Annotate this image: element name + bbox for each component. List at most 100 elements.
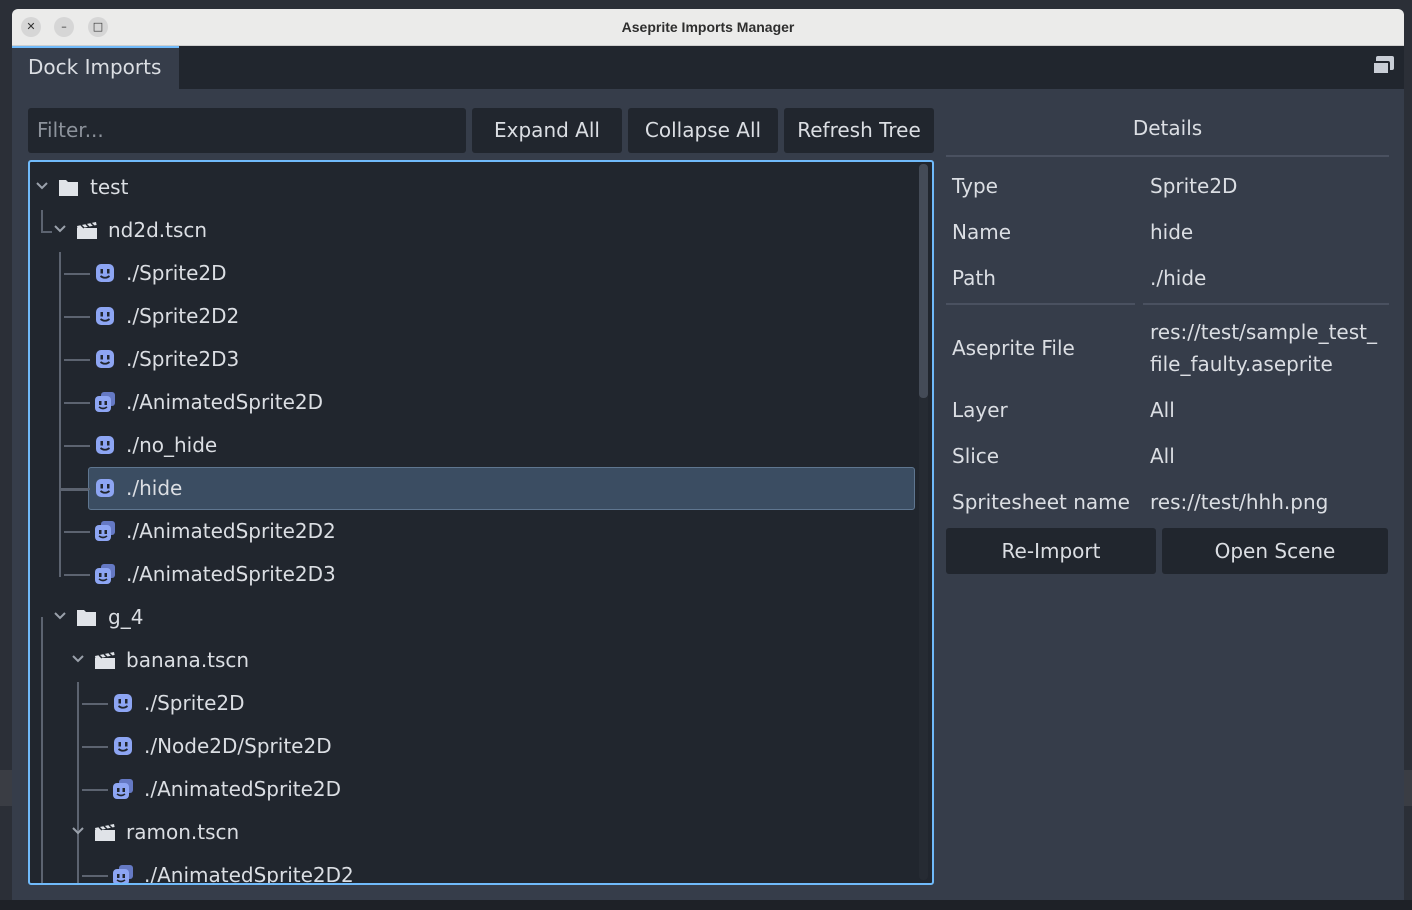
sprite2d-icon bbox=[112, 736, 134, 756]
filter-input[interactable]: Filter... bbox=[28, 108, 466, 153]
tree-row[interactable]: ./Node2D/Sprite2D bbox=[30, 725, 932, 768]
tree-row-label: nd2d.tscn bbox=[108, 218, 208, 242]
tree-row[interactable]: ramon.tscn bbox=[30, 811, 932, 854]
animated-sprite2d-icon bbox=[94, 392, 116, 412]
tree-row-label: ./AnimatedSprite2D bbox=[126, 390, 324, 414]
animated-sprite2d-icon bbox=[94, 564, 116, 584]
tree-row-label: g_4 bbox=[108, 605, 144, 629]
tree-guide-line bbox=[64, 488, 90, 490]
tree-row-label: ./no_hide bbox=[126, 433, 218, 457]
title-bar: ✕ – □ Aseprite Imports Manager bbox=[12, 9, 1404, 46]
tree-guide-line bbox=[64, 359, 90, 361]
spritesheet-name-value: res://test/hhh.png bbox=[1150, 490, 1329, 514]
tree-guide-line bbox=[64, 316, 90, 318]
tree-row-label: ./Sprite2D2 bbox=[126, 304, 240, 328]
details-title: Details bbox=[1132, 116, 1203, 140]
tree-guide-line bbox=[64, 531, 90, 533]
details-divider bbox=[1143, 303, 1389, 305]
tree-row[interactable]: ./Sprite2D3 bbox=[30, 338, 932, 381]
tree-row[interactable]: ./AnimatedSprite2D bbox=[30, 768, 932, 811]
folder-icon bbox=[58, 177, 80, 197]
tab-options-icon[interactable] bbox=[1372, 56, 1394, 76]
tree-row[interactable]: ./hide bbox=[30, 467, 932, 510]
sprite2d-icon bbox=[94, 478, 116, 498]
tree-row[interactable]: ./AnimatedSprite2D2 bbox=[30, 854, 932, 885]
slice-value: All bbox=[1150, 444, 1175, 468]
layer-value: All bbox=[1150, 398, 1175, 422]
tree-row-label: ./Node2D/Sprite2D bbox=[144, 734, 332, 758]
refresh-tree-button[interactable]: Refresh Tree bbox=[784, 108, 934, 153]
imports-manager-window: ✕ – □ Aseprite Imports Manager Dock Impo… bbox=[12, 9, 1404, 900]
tree-row-label: banana.tscn bbox=[126, 648, 250, 672]
name-value: hide bbox=[1150, 220, 1194, 244]
scene-clapper-icon bbox=[76, 220, 98, 240]
tree-row-label: ./AnimatedSprite2D2 bbox=[144, 863, 354, 885]
collapse-all-button[interactable]: Collapse All bbox=[628, 108, 778, 153]
tree-row-label: ./Sprite2D bbox=[144, 691, 245, 715]
tree-row[interactable]: ./Sprite2D bbox=[30, 252, 932, 295]
name-label: Name bbox=[952, 220, 1012, 244]
details-divider bbox=[946, 155, 1389, 157]
aseprite-file-value-line1: res://test/sample_test_ bbox=[1150, 320, 1377, 344]
expand-all-button[interactable]: Expand All bbox=[472, 108, 622, 153]
animated-sprite2d-icon bbox=[112, 779, 134, 799]
imports-tree[interactable]: test nd2d.tscn ./Sprite2D ./Sprite2D2 ./Spri… bbox=[28, 160, 934, 885]
tree-row[interactable]: nd2d.tscn bbox=[30, 209, 932, 252]
details-divider bbox=[946, 303, 1135, 305]
tree-row[interactable]: ./AnimatedSprite2D3 bbox=[30, 553, 932, 596]
open-scene-button[interactable]: Open Scene bbox=[1162, 528, 1388, 574]
tree-row-label: ./Sprite2D bbox=[126, 261, 227, 285]
tree-row[interactable]: ./Sprite2D2 bbox=[30, 295, 932, 338]
type-value: Sprite2D bbox=[1150, 174, 1238, 198]
tree-row[interactable]: g_4 bbox=[30, 596, 932, 639]
folder-icon bbox=[76, 607, 98, 627]
tree-row-label: ramon.tscn bbox=[126, 820, 240, 844]
tab-dock-imports[interactable]: Dock Imports bbox=[12, 46, 179, 89]
tree-guide-line bbox=[64, 574, 90, 576]
tree-guide-line bbox=[64, 402, 90, 404]
chevron-down-icon[interactable] bbox=[70, 651, 86, 667]
aseprite-file-label: Aseprite File bbox=[952, 336, 1075, 360]
tree-guide-line bbox=[82, 703, 108, 705]
dock-tab-bar: Dock Imports bbox=[12, 46, 1404, 89]
tree-guide-line bbox=[64, 273, 90, 275]
chevron-down-icon[interactable] bbox=[70, 823, 86, 839]
reimport-button[interactable]: Re-Import bbox=[946, 528, 1156, 574]
type-label: Type bbox=[952, 174, 998, 198]
sprite2d-icon bbox=[94, 435, 116, 455]
spritesheet-name-label: Spritesheet name bbox=[952, 490, 1130, 514]
tree-row-label: ./hide bbox=[126, 476, 183, 500]
tree-row-label: ./AnimatedSprite2D bbox=[144, 777, 342, 801]
tree-row[interactable]: ./AnimatedSprite2D bbox=[30, 381, 932, 424]
tree-row[interactable]: ./Sprite2D bbox=[30, 682, 932, 725]
sprite2d-icon bbox=[94, 349, 116, 369]
scene-clapper-icon bbox=[94, 822, 116, 842]
animated-sprite2d-icon bbox=[94, 521, 116, 541]
layer-label: Layer bbox=[952, 398, 1008, 422]
background-editor-bottom bbox=[0, 900, 1412, 910]
window-title: Aseprite Imports Manager bbox=[621, 19, 795, 35]
tree-row[interactable]: test bbox=[30, 166, 932, 209]
tree-row[interactable]: ./AnimatedSprite2D2 bbox=[30, 510, 932, 553]
tree-row[interactable]: ./no_hide bbox=[30, 424, 932, 467]
tree-row-label: ./AnimatedSprite2D3 bbox=[126, 562, 336, 586]
tree-row-label: test bbox=[90, 175, 129, 199]
tree-guide-line bbox=[64, 445, 90, 447]
path-label: Path bbox=[952, 266, 996, 290]
aseprite-file-value-line2: file_faulty.aseprite bbox=[1150, 352, 1333, 376]
sprite2d-icon bbox=[94, 263, 116, 283]
tree-guide-line bbox=[82, 875, 108, 877]
scene-clapper-icon bbox=[94, 650, 116, 670]
sprite2d-icon bbox=[94, 306, 116, 326]
tree-row-label: ./AnimatedSprite2D2 bbox=[126, 519, 336, 543]
tree-row[interactable]: banana.tscn bbox=[30, 639, 932, 682]
tree-guide-line bbox=[82, 746, 108, 748]
slice-label: Slice bbox=[952, 444, 1000, 468]
tree-guide-line bbox=[82, 789, 108, 791]
chevron-down-icon[interactable] bbox=[34, 178, 50, 194]
animated-sprite2d-icon bbox=[112, 865, 134, 883]
tree-row-label: ./Sprite2D3 bbox=[126, 347, 240, 371]
chevron-down-icon[interactable] bbox=[52, 608, 68, 624]
path-value: ./hide bbox=[1150, 266, 1207, 290]
chevron-down-icon[interactable] bbox=[52, 221, 68, 237]
